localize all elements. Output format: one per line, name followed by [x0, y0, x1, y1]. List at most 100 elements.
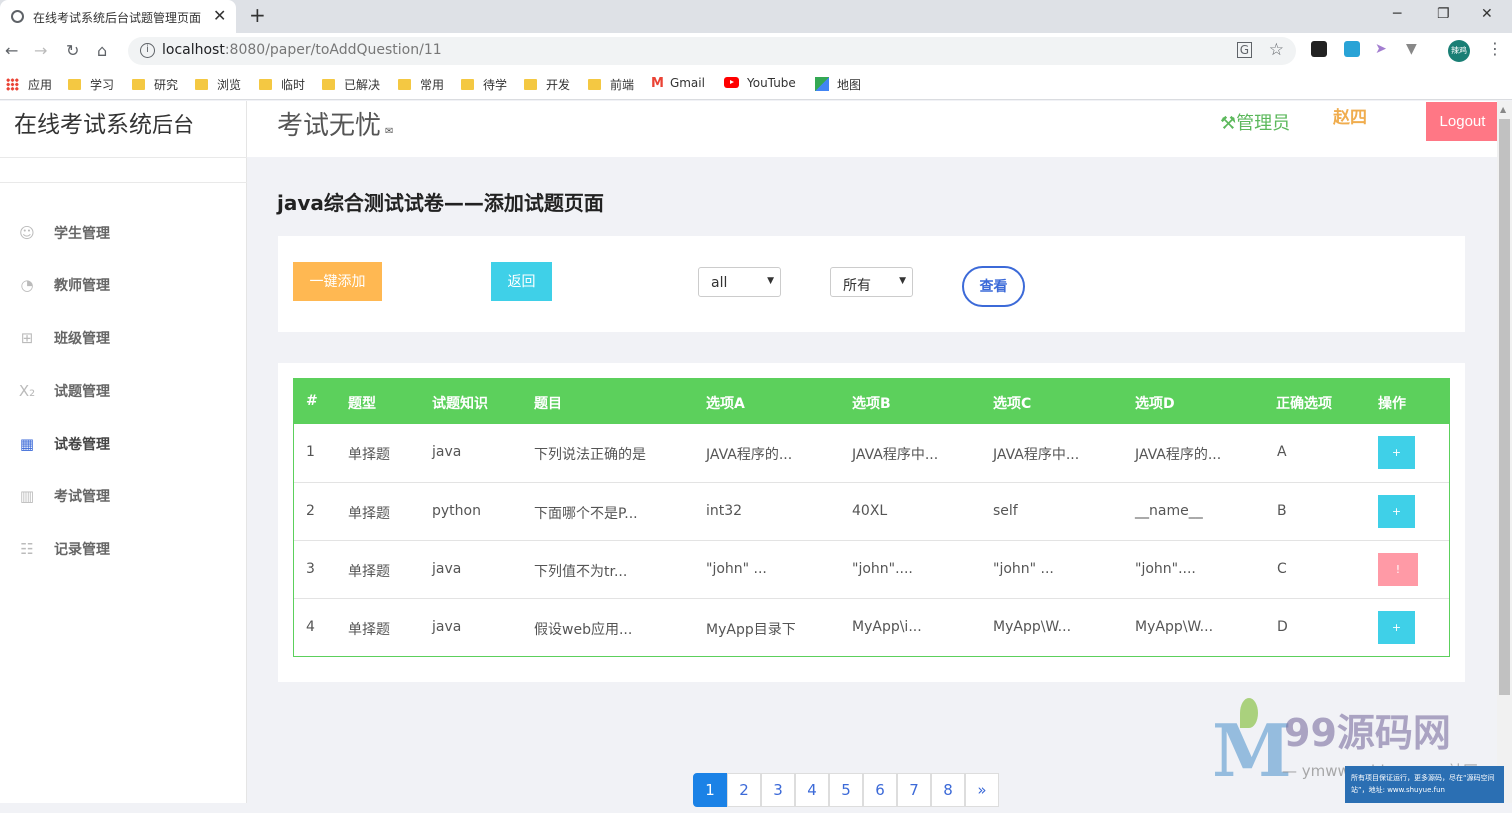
new-tab-icon[interactable]: +	[249, 3, 266, 27]
sidebar-item-label: 试卷管理	[54, 437, 110, 453]
top-header: 考试无忧 ✉ ⚒管理员 赵四 Logout	[247, 101, 1499, 157]
cell-option-d: __name__	[1135, 503, 1203, 519]
info-icon[interactable]: i	[140, 43, 155, 58]
sidebar-logo[interactable]: 在线考试系统后台	[14, 105, 194, 139]
maps-icon	[815, 77, 829, 91]
caret-down-icon: ▼	[767, 276, 774, 286]
brand-title[interactable]: 考试无忧 ✉	[277, 105, 393, 142]
sidebar-item-questions[interactable]: X₂ 试题管理	[0, 371, 247, 411]
scroll-up-icon[interactable]: ▲	[1500, 105, 1506, 114]
already-added-button[interactable]: !	[1378, 553, 1418, 586]
view-button[interactable]: 查看	[962, 266, 1025, 307]
head-icon: ◔	[20, 276, 34, 294]
add-question-button[interactable]: +	[1378, 611, 1415, 644]
bookmark-apps[interactable]: 应用	[6, 76, 52, 93]
admin-link[interactable]: ⚒管理员	[1220, 109, 1290, 135]
vertical-scrollbar[interactable]: ▲	[1497, 101, 1512, 803]
url-host: localhost	[162, 42, 225, 58]
reload-icon[interactable]: ↻	[66, 41, 79, 60]
cell-option-b: "john"....	[852, 561, 913, 577]
bookmark-youtube[interactable]: YouTube	[724, 76, 796, 90]
type-select[interactable]: 所有 ▼	[830, 267, 913, 297]
url-field[interactable]: i localhost:8080/paper/toAddQuestion/11 …	[128, 37, 1296, 65]
column-header: 选项A	[706, 396, 745, 412]
cursor-extension-icon[interactable]: ➤	[1375, 41, 1391, 57]
add-question-button[interactable]: +	[1378, 436, 1415, 469]
sidebar-item-label: 学生管理	[54, 226, 110, 242]
grid-icon: ⊞	[20, 329, 34, 347]
cell-option-c: self	[993, 503, 1018, 519]
window-close-icon[interactable]: ✕	[1481, 6, 1493, 22]
bookmark-folder[interactable]: 学习	[68, 76, 114, 93]
table-header: # 题型 试题知识 题目 选项A 选项B 选项C 选项D 正确选项 操作	[294, 379, 1449, 424]
bookmark-folder[interactable]: 浏览	[195, 76, 241, 93]
cell-option-b: MyApp\i...	[852, 619, 922, 635]
language-select[interactable]: all ▼	[698, 267, 781, 297]
column-header: 操作	[1378, 396, 1406, 412]
sidebar-item-classes[interactable]: ⊞ 班级管理	[0, 318, 247, 358]
sidebar-item-students[interactable]: ☺ 学生管理	[0, 213, 247, 253]
minimize-icon[interactable]: ─	[1393, 6, 1401, 22]
sidebar-item-teachers[interactable]: ◔ 教师管理	[0, 265, 247, 305]
forward-arrow-icon[interactable]: →	[34, 41, 47, 60]
sidebar-item-label: 班级管理	[54, 331, 110, 347]
sitemap-icon: ☷	[20, 540, 34, 558]
bookmarks-bar: 应用 学习 研究 浏览 临时 已解决 常用 待学 开发 前端 M Gmail Yo…	[0, 69, 1512, 100]
star-icon[interactable]: ☆	[1269, 40, 1284, 60]
cell-type: 单择题	[348, 506, 390, 522]
table-row: 3 单择题 java 下列值不为tr... "john" ... "john".…	[294, 540, 1449, 598]
close-tab-icon[interactable]: ✕	[213, 6, 226, 25]
cell-answer: C	[1277, 561, 1287, 577]
sidebar-item-exams[interactable]: ▥ 考试管理	[0, 476, 247, 516]
cell-answer: B	[1277, 503, 1287, 519]
column-header: 选项B	[852, 396, 891, 412]
page-link[interactable]: 1	[693, 773, 727, 807]
cell-knowledge: java	[432, 619, 462, 635]
username: 赵四	[1333, 108, 1367, 128]
back-arrow-icon[interactable]: ←	[5, 41, 18, 60]
menu-dots-icon[interactable]: ⋮	[1487, 39, 1503, 58]
scrollbar-thumb[interactable]	[1499, 119, 1510, 695]
table-row: 2 单择题 python 下面哪个不是P... int32 40XL self …	[294, 482, 1449, 540]
page-link[interactable]: 3	[761, 773, 795, 807]
sidebar-item-papers[interactable]: ▦ 试卷管理	[0, 424, 247, 464]
bookmark-folder[interactable]: 待学	[461, 76, 507, 93]
bookmark-folder[interactable]: 常用	[398, 76, 444, 93]
divider	[0, 182, 247, 183]
browser-tab[interactable]: 在线考试系统后台试题管理页面 ✕	[0, 0, 236, 33]
watermark-box: 所有项目保证运行，更多源码，尽在“源码空间站”，地址: www.shuyue.f…	[1345, 766, 1504, 803]
page-link[interactable]: 4	[795, 773, 829, 807]
maximize-icon[interactable]: ❐	[1437, 6, 1450, 22]
page-link[interactable]: 2	[727, 773, 761, 807]
bookmark-folder[interactable]: 临时	[259, 76, 305, 93]
home-icon[interactable]: ⌂	[97, 41, 107, 60]
avatar[interactable]: 辣鸡	[1448, 40, 1470, 62]
add-question-button[interactable]: +	[1378, 495, 1415, 528]
page-link[interactable]: 6	[863, 773, 897, 807]
bookmark-folder[interactable]: 前端	[588, 76, 634, 93]
cell-option-d: "john"....	[1135, 561, 1196, 577]
page-link[interactable]: 8	[931, 773, 965, 807]
vue-extension-icon[interactable]: ▼	[1406, 41, 1422, 57]
extension-icon[interactable]	[1311, 41, 1327, 57]
next-page-link[interactable]: »	[965, 773, 999, 807]
translate-icon[interactable]: G	[1236, 42, 1252, 58]
logout-button[interactable]: Logout	[1426, 102, 1499, 141]
bookmark-folder[interactable]: 研究	[132, 76, 178, 93]
page-link[interactable]: 7	[897, 773, 931, 807]
one-click-add-button[interactable]: 一键添加	[293, 262, 382, 301]
cell-knowledge: java	[432, 561, 462, 577]
bookmark-gmail[interactable]: M Gmail	[651, 76, 705, 91]
back-button[interactable]: 返回	[491, 262, 552, 301]
bookmark-folder[interactable]: 已解决	[322, 76, 380, 93]
cell-option-b: JAVA程序中...	[852, 447, 939, 463]
column-header: 正确选项	[1276, 396, 1332, 412]
cell-option-c: JAVA程序中...	[993, 447, 1080, 463]
bookmark-maps[interactable]: 地图	[815, 76, 861, 93]
tab-title: 在线考试系统后台试题管理页面	[33, 11, 202, 25]
sidebar-item-records[interactable]: ☷ 记录管理	[0, 529, 247, 569]
page-link[interactable]: 5	[829, 773, 863, 807]
extension-icon[interactable]	[1344, 41, 1360, 57]
bookmark-folder[interactable]: 开发	[524, 76, 570, 93]
cell-option-c: "john" ...	[993, 561, 1054, 577]
